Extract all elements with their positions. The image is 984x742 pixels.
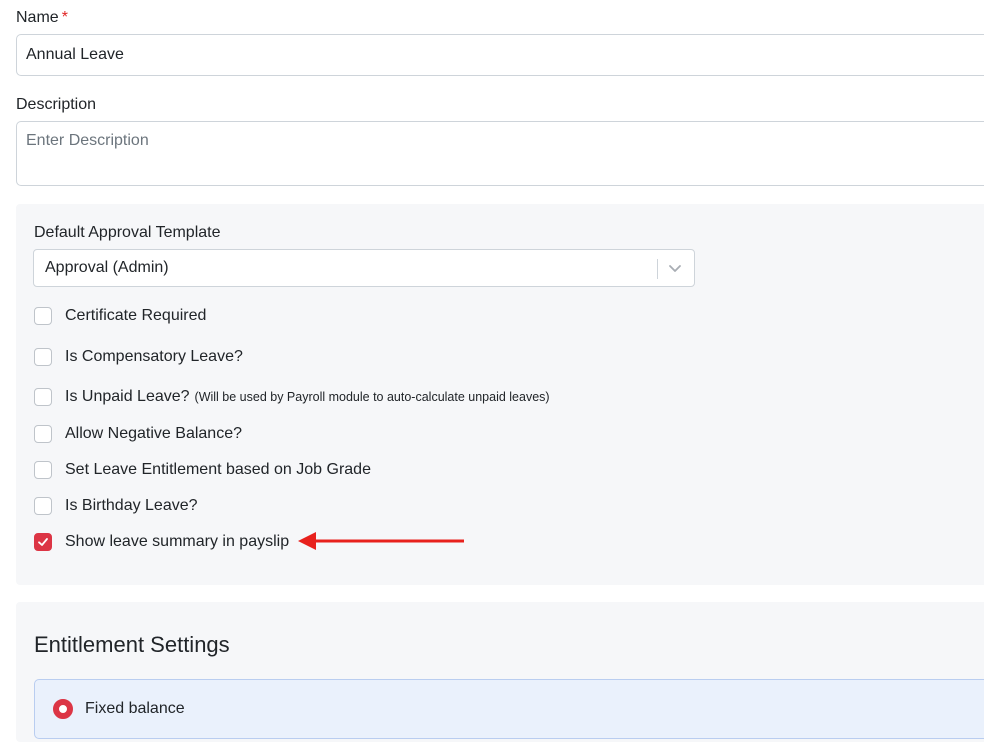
option-label-show-leave-summary: Show leave summary in payslip xyxy=(65,533,290,550)
checkbox-show-leave-summary[interactable] xyxy=(34,533,52,551)
checkbox-birthday-leave[interactable] xyxy=(34,497,52,515)
option-compensatory-leave[interactable]: Is Compensatory Leave? xyxy=(34,345,243,369)
option-label-job-grade-entitlement: Set Leave Entitlement based on Job Grade xyxy=(65,461,371,478)
description-textarea[interactable]: Enter Description xyxy=(16,121,984,186)
option-job-grade-entitlement[interactable]: Set Leave Entitlement based on Job Grade xyxy=(34,458,371,482)
checkbox-allow-negative-balance[interactable] xyxy=(34,425,52,443)
chevron-down-icon[interactable] xyxy=(666,258,684,278)
select-separator xyxy=(657,259,658,279)
option-label-compensatory-leave: Is Compensatory Leave? xyxy=(65,348,243,365)
required-mark: * xyxy=(61,9,68,26)
approval-template-label: Default Approval Template xyxy=(34,224,221,241)
option-unpaid-leave[interactable]: Is Unpaid Leave? (Will be used by Payroll… xyxy=(34,385,550,409)
option-label-allow-negative-balance: Allow Negative Balance? xyxy=(65,425,242,442)
approval-template-value: Approval (Admin) xyxy=(45,259,169,276)
description-label: Description xyxy=(16,96,97,113)
entitlement-settings-panel: Entitlement Settings Fixed balance xyxy=(16,602,984,742)
arrow-annotation-icon xyxy=(298,532,464,550)
option-show-leave-summary[interactable]: Show leave summary in payslip xyxy=(34,530,289,554)
option-label-certificate-required: Certificate Required xyxy=(65,307,207,324)
checkbox-unpaid-leave[interactable] xyxy=(34,388,52,406)
radio-selected-icon[interactable] xyxy=(53,699,73,719)
option-birthday-leave[interactable]: Is Birthday Leave? xyxy=(34,494,198,518)
checkbox-job-grade-entitlement[interactable] xyxy=(34,461,52,479)
option-certificate-required[interactable]: Certificate Required xyxy=(34,304,206,328)
fixed-balance-option[interactable]: Fixed balance xyxy=(34,679,984,739)
option-note-unpaid-leave: (Will be used by Payroll module to auto-… xyxy=(194,390,550,404)
leave-settings-panel: Default Approval Template Approval (Admi… xyxy=(16,204,984,585)
option-label-birthday-leave: Is Birthday Leave? xyxy=(65,497,198,514)
approval-template-select[interactable]: Approval (Admin) xyxy=(33,249,695,287)
name-input-value: Annual Leave xyxy=(26,46,124,63)
fixed-balance-label: Fixed balance xyxy=(85,700,185,717)
option-allow-negative-balance[interactable]: Allow Negative Balance? xyxy=(34,422,242,446)
checkbox-compensatory-leave[interactable] xyxy=(34,348,52,366)
entitlement-settings-title: Entitlement Settings xyxy=(34,632,230,657)
name-input[interactable]: Annual Leave xyxy=(16,34,984,76)
name-label: Name * xyxy=(16,9,68,27)
description-placeholder: Enter Description xyxy=(26,132,149,149)
option-label-unpaid-leave: Is Unpaid Leave? xyxy=(65,388,190,405)
name-label-text: Name xyxy=(16,9,59,26)
checkmark-icon xyxy=(38,538,48,546)
checkbox-certificate-required[interactable] xyxy=(34,307,52,325)
